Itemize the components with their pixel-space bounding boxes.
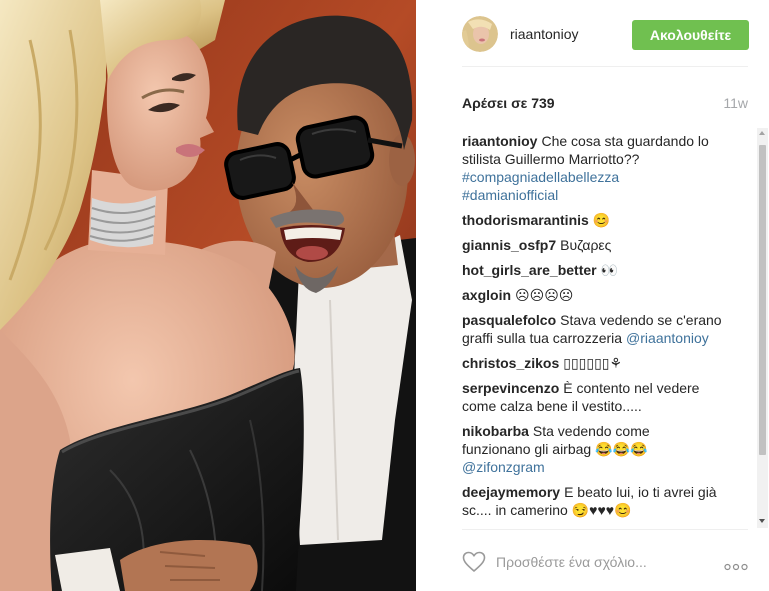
comment-text: 😊 (592, 212, 611, 228)
header-username[interactable]: riaantonioy (510, 25, 579, 43)
scroll-up-arrow-icon[interactable] (759, 131, 765, 135)
list-item-comment: thodorismarantinis 😊 (462, 211, 756, 229)
comment-text: stilista Guillermo Marriotto?? (462, 151, 640, 167)
comment-username[interactable]: pasqualefolco (462, 312, 556, 328)
comment-username[interactable]: giannis_osfp7 (462, 237, 556, 253)
heart-outline-icon[interactable] (462, 551, 486, 573)
list-item-comment: christos_zikos ▯▯▯▯▯▯⚘ (462, 354, 756, 372)
more-dots-icon (724, 563, 748, 571)
comment-text: Sta vedendo come (532, 423, 650, 439)
comment-username[interactable]: hot_girls_are_better (462, 262, 597, 278)
list-item-comment: deejaymemory E beato lui, io ti avrei già… (462, 483, 756, 519)
list-item-comment: hot_girls_are_better 👀 (462, 261, 756, 279)
comment-username[interactable]: serpevincenzo (462, 380, 559, 396)
more-options-icon[interactable] (724, 558, 748, 571)
post-photo[interactable] (0, 0, 416, 591)
comment-username[interactable]: deejaymemory (462, 484, 560, 500)
list-item-comment: axgloin ☹☹☹☹ (462, 286, 756, 304)
comments-section: riaantonioy Che cosa sta guardando lo sti… (462, 128, 756, 528)
instagram-post-modal: riaantonioy Ακολουθείτε Αρέσει σε 739 11… (0, 0, 769, 591)
list-item-comment: nikobarba Sta vedendo come funzionano gli… (462, 422, 756, 476)
comment-username[interactable]: thodorismarantinis (462, 212, 589, 228)
comment-input[interactable] (496, 552, 716, 572)
comment-text: Che cosa sta guardando lo (541, 133, 709, 149)
comment-text: sc.... in camerino 😏♥♥♥😊 (462, 502, 632, 518)
comment-text: Stava vedendo se c'erano (560, 312, 722, 328)
footer-divider (462, 529, 748, 530)
likes-count[interactable]: Αρέσει σε 739 (462, 94, 555, 112)
scroll-down-arrow-icon[interactable] (759, 519, 765, 523)
comment-text: È contento nel vedere (563, 380, 700, 396)
comment-username[interactable]: riaantonioy (462, 133, 537, 149)
comment-text: 👀 (600, 262, 619, 278)
comment-text: come calza bene il vestito..... (462, 398, 642, 414)
caption-comment: riaantonioy Che cosa sta guardando lo sti… (462, 132, 756, 204)
comments-scrollbar[interactable] (757, 128, 768, 528)
list-item-comment: pasqualefolco Stava vedendo se c'erano gr… (462, 311, 756, 347)
comment-text: ▯▯▯▯▯▯⚘ (563, 355, 623, 371)
comment-text: Βυζαρες (560, 237, 612, 253)
list-item-comment: serpevincenzo È contento nel vedere come … (462, 379, 756, 415)
like-heart-icon (462, 551, 486, 572)
scrollbar-thumb[interactable] (759, 145, 766, 455)
comment-text: ☹☹☹☹ (515, 287, 574, 303)
post-details-panel: riaantonioy Ακολουθείτε Αρέσει σε 739 11… (416, 0, 769, 591)
post-age: 11w (723, 95, 748, 111)
comment-text: funzionano gli airbag 😂😂😂 (462, 441, 648, 457)
comment-text: graffi sulla tua carrozzeria (462, 330, 623, 346)
comment-list: riaantonioy Che cosa sta guardando lo sti… (462, 128, 756, 519)
comment-text: E beato lui, io ti avrei già (564, 484, 717, 500)
hashtag-link[interactable]: #damianiofficial (462, 187, 558, 203)
header-divider (462, 66, 748, 67)
comment-username[interactable]: christos_zikos (462, 355, 559, 371)
comment-username[interactable]: axgloin (462, 287, 511, 303)
list-item-comment: giannis_osfp7 Βυζαρες (462, 236, 756, 254)
post-photo-illustration (0, 0, 416, 591)
mention-link[interactable]: @zifonzgram (462, 459, 545, 475)
avatar[interactable] (462, 16, 498, 52)
hashtag-link[interactable]: #compagniadellabellezza (462, 169, 619, 185)
follow-button[interactable]: Ακολουθείτε (632, 20, 749, 50)
avatar-image (462, 16, 498, 52)
mention-link[interactable]: @riaantonioy (626, 330, 709, 346)
comment-username[interactable]: nikobarba (462, 423, 529, 439)
